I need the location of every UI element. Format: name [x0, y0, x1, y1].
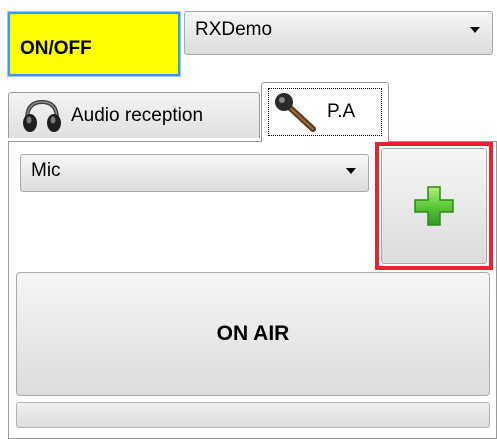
plus-icon — [413, 185, 455, 227]
level-meter — [16, 402, 490, 428]
add-source-button[interactable] — [381, 148, 487, 264]
tab-pa[interactable]: P.A — [261, 82, 389, 142]
headphones-icon — [21, 99, 63, 133]
on-off-button[interactable]: ON/OFF — [7, 11, 181, 77]
on-off-label: ON/OFF — [20, 38, 92, 59]
tab-audio-reception-label: Audio reception — [71, 104, 204, 126]
tab-pa-label: P.A — [327, 101, 356, 122]
on-air-label: ON AIR — [216, 322, 290, 345]
chevron-down-icon — [346, 168, 356, 174]
device-select[interactable]: RXDemo — [184, 11, 493, 55]
audio-source-select[interactable]: Mic — [20, 154, 369, 192]
audio-source-value: Mic — [31, 160, 61, 181]
chevron-down-icon — [470, 27, 480, 33]
tab-audio-reception[interactable]: Audio reception — [8, 92, 260, 138]
on-air-button[interactable]: ON AIR — [16, 272, 490, 396]
microphone-icon — [273, 91, 317, 133]
device-select-value: RXDemo — [195, 19, 273, 40]
